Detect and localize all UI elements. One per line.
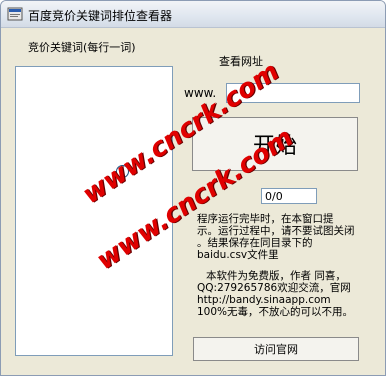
instruction-line-2: 示。运行过程中，请不要试图关闭 <box>197 225 355 237</box>
app-icon <box>7 7 23 21</box>
progress-counter: 0/0 <box>261 188 317 204</box>
keywords-label: 竞价关键词(每行一词) <box>28 41 136 54</box>
author-line-3: http://bandy.sinaapp.com <box>197 294 331 306</box>
instruction-line-4: baidu.csv文件里 <box>197 249 279 261</box>
title-bar[interactable]: 百度竞价关键词排位查看器 <box>1 1 385 28</box>
instruction-line-3: 。结果保存在同目录下的 <box>197 237 313 249</box>
window-title: 百度竞价关键词排位查看器 <box>28 9 173 23</box>
author-line-1: 本软件为免费版，作者 同喜， <box>206 270 346 282</box>
author-line-2: QQ:279265786欢迎交流，官网 <box>197 282 351 294</box>
visit-site-button[interactable]: 访问官网 <box>193 337 359 361</box>
instruction-line-1: 程序运行完毕时，在本窗口提 <box>197 213 334 225</box>
author-line-4: 100%无毒，不放心的可以不用。 <box>197 306 354 318</box>
